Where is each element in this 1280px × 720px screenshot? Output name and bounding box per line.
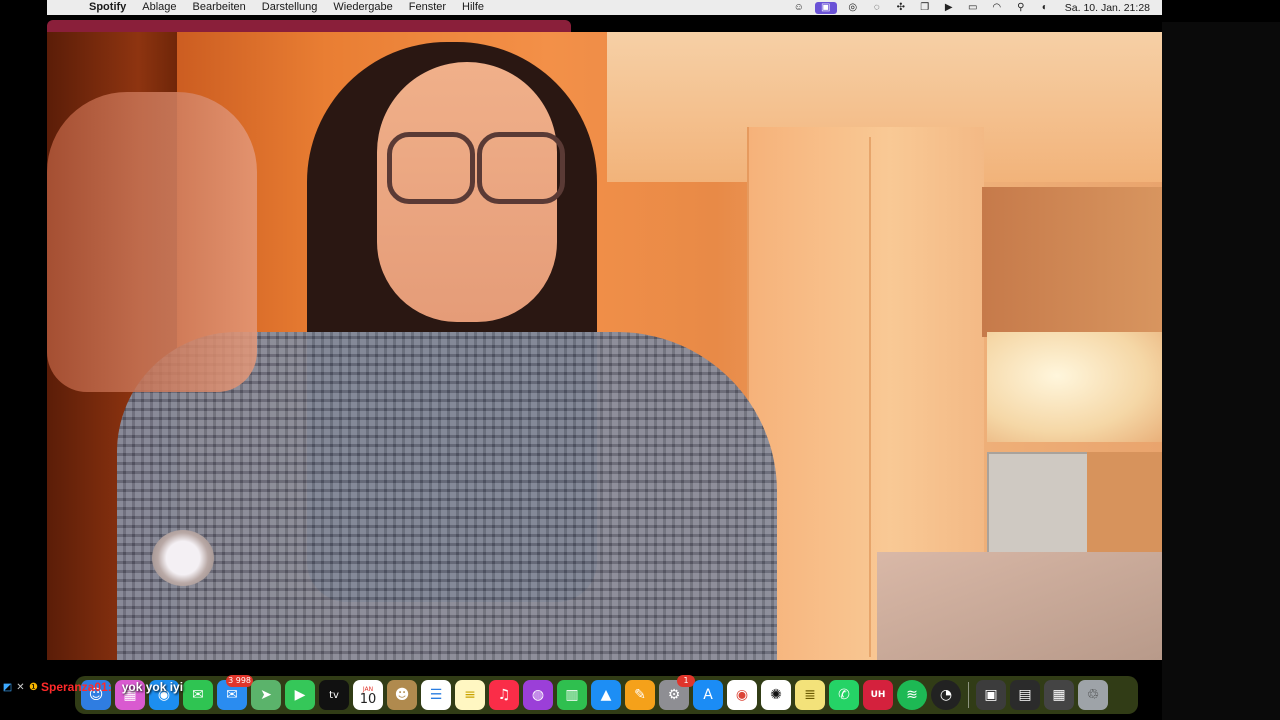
window-icon[interactable]: ❐	[917, 2, 933, 14]
app-store-icon[interactable]: A	[693, 680, 723, 710]
menu-bar: Spotify Ablage Bearbeiten Darstellung Wi…	[47, 0, 1162, 15]
uhh-icon[interactable]: UH	[863, 680, 893, 710]
obs-icon[interactable]: ◔	[931, 680, 961, 710]
chat-username: Speranza01:	[41, 680, 112, 694]
messages-icon[interactable]: ✉	[183, 680, 213, 710]
menu-app-name[interactable]: Spotify	[89, 0, 126, 15]
dock: ☺ ▦ ◉ ✉ ✉ 3 998 ➤ ▶ tv JAN 10 ☻ ☰ ≡ ♫ ◍ …	[75, 675, 1138, 714]
system-settings-icon[interactable]: ⚙ 1	[659, 675, 695, 710]
status-area: ☺ ▣ ◎ ◌ ✣ ❐ ▶ ▭ ◠ ⚲ ◐ Sa. 10. Jan. 21:28	[787, 0, 1162, 15]
trash-icon[interactable]: ♲	[1078, 680, 1108, 710]
play-icon[interactable]: ▶	[941, 2, 957, 14]
oven	[987, 452, 1091, 556]
tools-icon: ✕	[16, 681, 25, 693]
chatgpt-icon[interactable]: ✺	[761, 680, 791, 710]
wifi-icon[interactable]: ◠	[989, 2, 1005, 14]
kitchen-cabinets	[982, 187, 1162, 337]
bed	[877, 552, 1162, 660]
airdrop-icon[interactable]: ✣	[893, 2, 909, 14]
face-icon[interactable]: ☺	[791, 2, 807, 14]
stickies-icon[interactable]: ≣	[795, 680, 825, 710]
minimized-window-2-icon[interactable]: ▤	[1010, 680, 1040, 710]
menu-darstellung[interactable]: Darstellung	[262, 0, 318, 15]
mail-icon[interactable]: ✉ 3 998	[217, 675, 253, 710]
calendar-icon[interactable]: JAN 10	[353, 680, 383, 710]
kitchen-counter	[987, 332, 1162, 442]
pages-icon[interactable]: ✎	[625, 680, 655, 710]
bot-icon: ◩	[2, 681, 13, 693]
chat-message: yok yok iyi	[121, 680, 184, 694]
calendar-day: 10	[359, 692, 377, 707]
apple-tv-label: tv	[329, 689, 339, 701]
menu-bearbeiten[interactable]: Bearbeiten	[193, 0, 246, 15]
podcasts-icon[interactable]: ◍	[523, 680, 553, 710]
notes-icon[interactable]: ≡	[455, 680, 485, 710]
video-frame	[47, 32, 1162, 660]
control-center-icon[interactable]: ◐	[1037, 2, 1053, 14]
reminders-icon[interactable]: ☰	[421, 680, 451, 710]
glasses-right-lens	[477, 132, 565, 204]
minimized-window-1-icon[interactable]: ▣	[976, 680, 1006, 710]
battery-icon[interactable]: ▭	[965, 2, 981, 14]
contacts-icon[interactable]: ☻	[387, 680, 417, 710]
menu-ablage[interactable]: Ablage	[142, 0, 176, 15]
menu-clock[interactable]: Sa. 10. Jan. 21:28	[1065, 2, 1150, 14]
wristwatch	[152, 530, 214, 586]
keynote-icon[interactable]: ▲	[591, 680, 621, 710]
facetime-icon[interactable]: ▶	[285, 680, 315, 710]
whatsapp-icon[interactable]: ✆	[829, 680, 859, 710]
glasses-left-lens	[387, 132, 475, 204]
chat-overlay: ◩ ✕ ❶ Speranza01: yok yok iyi	[2, 680, 183, 694]
fingerprint-icon[interactable]: ◌	[869, 2, 885, 14]
kitchen-drawers	[1087, 452, 1162, 552]
numbers-icon[interactable]: ▥	[557, 680, 587, 710]
wardrobe-seam	[869, 137, 871, 657]
mail-badge: 3 998	[226, 675, 253, 687]
minimized-window-3-icon[interactable]: ▦	[1044, 680, 1074, 710]
menu-fenster[interactable]: Fenster	[409, 0, 446, 15]
glasses	[387, 132, 567, 204]
creative-cloud-icon[interactable]: ◎	[845, 2, 861, 14]
menu-wiedergabe[interactable]: Wiedergabe	[333, 0, 392, 15]
menu-hilfe[interactable]: Hilfe	[462, 0, 484, 15]
maps-icon[interactable]: ➤	[251, 680, 281, 710]
spotify-icon[interactable]: ≋	[897, 680, 927, 710]
window-title-strip	[47, 20, 571, 32]
desktop-edge	[1162, 22, 1280, 720]
raised-hand	[47, 92, 257, 392]
chrome-icon[interactable]: ◉	[727, 680, 757, 710]
screen-share-icon[interactable]: ▣	[814, 1, 837, 14]
dock-separator	[968, 682, 969, 708]
music-icon[interactable]: ♫	[489, 680, 519, 710]
warning-icon: ❶	[29, 681, 38, 693]
search-icon[interactable]: ⚲	[1013, 2, 1029, 14]
apple-tv-icon[interactable]: tv	[319, 680, 349, 710]
